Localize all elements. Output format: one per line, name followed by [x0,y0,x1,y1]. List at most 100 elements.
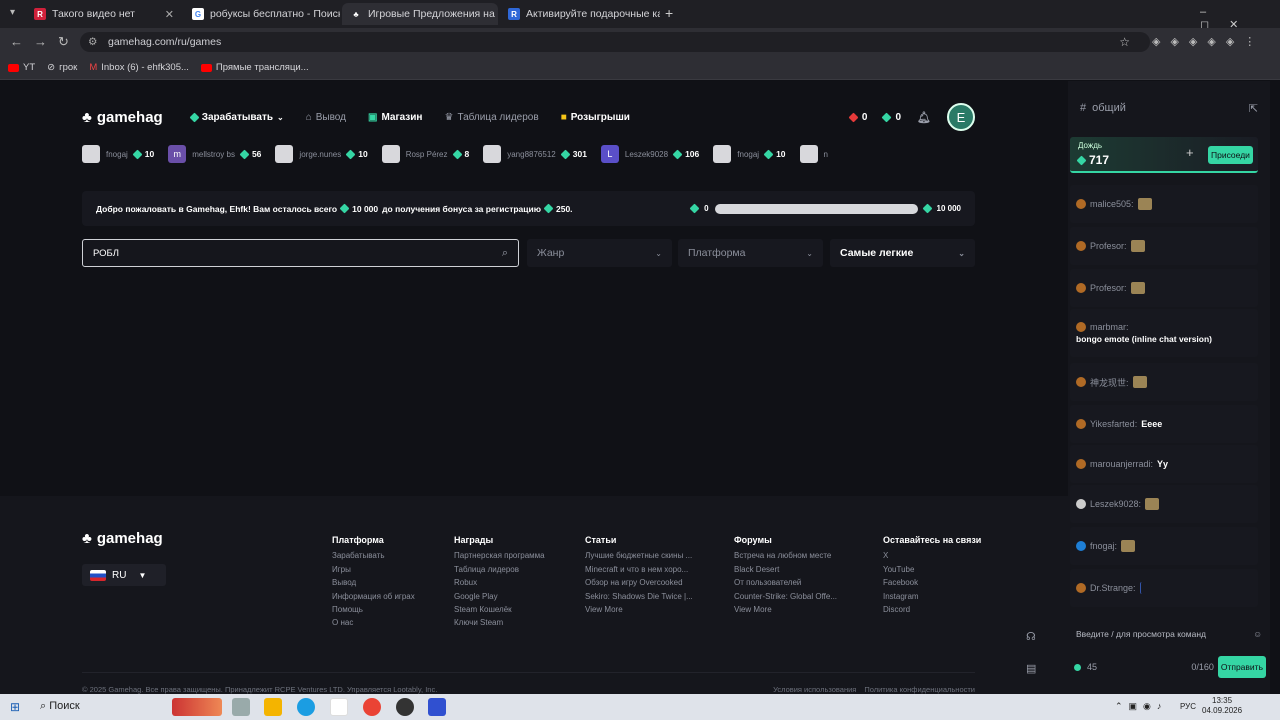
privacy-link[interactable]: Политика конфиденциальности [864,685,975,694]
footer-link[interactable]: Black Desert [734,563,837,576]
chrome-icon[interactable] [363,698,381,716]
game-search-input[interactable]: РОБЛ ⌕ [82,239,519,267]
footer-link[interactable]: Discord [883,603,981,616]
nav-leaderboard[interactable]: ♛ Таблица лидеров [444,112,538,123]
task-view-icon[interactable] [232,698,250,716]
extensions-icons[interactable]: ◈◈◈◈◈⋮ [1152,35,1265,48]
bookmark-yt[interactable]: YT [8,62,35,73]
popout-icon[interactable]: ⇱ [1249,102,1258,115]
footer-link[interactable]: View More [585,603,693,616]
bell-icon[interactable]: 🔔︎ [917,111,931,124]
chat-username[interactable]: Leszek9028: [1090,499,1141,509]
footer-link[interactable]: Встреча на любном месте [734,549,837,562]
windows-start-icon[interactable]: ⊞ [10,700,20,714]
chat-channel[interactable]: общий [1092,102,1126,114]
footer-link[interactable]: Ключи Steam [454,616,545,629]
widget-icon[interactable] [172,698,222,716]
red-gem-balance[interactable]: 0 [848,112,867,123]
genre-select[interactable]: Жанр ⌄ [527,239,672,267]
chat-username[interactable]: Yikesfarted: [1090,419,1137,429]
footer-link[interactable]: Steam Кошелёк [454,603,545,616]
footer-link[interactable]: Counter-Strike: Global Offe... [734,590,837,603]
footer-link[interactable]: Sekiro: Shadows Die Twice |... [585,590,693,603]
site-info-icon[interactable]: ⚙ [88,36,97,48]
nav-shop[interactable]: ▣ Магазин [368,112,422,123]
bookmark-live[interactable]: Прямые трансляци... [200,62,309,73]
browser-tab-4[interactable]: R Активируйте подарочные кар✕ [500,3,660,25]
chat-input[interactable]: Введите / для просмотра команд ☺ [1068,621,1270,647]
chat-username[interactable]: marbmar: [1090,322,1129,332]
back-icon[interactable]: ← [10,34,23,49]
footer-link[interactable]: Robux [454,576,545,589]
emoji-icon[interactable]: ☺ [1253,629,1262,639]
footer-link[interactable]: Обзор на игру Overcooked [585,576,693,589]
footer-link[interactable]: Instagram [883,590,981,603]
footer-link[interactable]: Вывод [332,576,415,589]
url-field[interactable]: ⚙ gamehag.com/ru/games ☆ [80,32,1150,52]
taskbar-search[interactable]: ⌕ Поиск [40,700,80,713]
footer-link[interactable]: Игры [332,563,415,576]
footer-link[interactable]: Google Play [454,590,545,603]
clock[interactable]: 13:35 04.09.2026 [1202,696,1242,716]
footer-link[interactable]: Лучшие бюджетные скины ... [585,549,693,562]
feed-item[interactable]: m mellstroy bs 56 [168,141,261,167]
app-icon-2[interactable] [428,698,446,716]
chat-username[interactable]: Profesor: [1090,241,1127,251]
send-button[interactable]: Отправить [1217,656,1266,678]
app-icon[interactable] [396,698,414,716]
browser-tab-2[interactable]: G робуксы бесплатно - Поиск в✕ [184,3,340,25]
feed-item[interactable]: n [799,141,828,167]
plus-icon[interactable]: + [1186,145,1194,160]
avatar[interactable]: E [947,103,975,131]
footer-link[interactable]: YouTube [883,563,981,576]
footer-link[interactable]: От пользователей [734,576,837,589]
browser-tab-3[interactable]: ♣ Игровые Предложения на Ga✕ [342,3,498,25]
nav-earn[interactable]: Зарабатывать ⌄ [189,112,284,123]
bookmark-grok[interactable]: ⊘ грок [47,62,77,73]
footer-logo[interactable]: ♣ gamehag [82,530,163,547]
footer-link[interactable]: Помощь [332,603,415,616]
chat-username[interactable]: marouanjerradi: [1090,459,1153,469]
footer-link[interactable]: О нас [332,616,415,629]
forward-icon[interactable]: → [34,34,47,49]
chat-toggle-icon[interactable]: ▤ [1026,662,1036,675]
chat-username[interactable]: Dr.Strange: [1090,583,1136,593]
new-tab-icon[interactable]: + [665,5,673,21]
feed-item[interactable]: yang8876512 301 [483,141,587,167]
feed-item[interactable]: fnogaj 10 [713,141,786,167]
explorer-icon[interactable] [264,698,282,716]
language-select[interactable]: RU ▼ [82,564,166,586]
support-icon[interactable]: ☊ [1026,630,1036,643]
footer-link[interactable]: Таблица лидеров [454,563,545,576]
gamehag-logo[interactable]: ♣ gamehag [82,109,163,126]
footer-link[interactable]: Зарабатывать [332,549,415,562]
reload-icon[interactable]: ↻ [58,34,69,50]
tab-list-icon[interactable]: ▾ [10,7,15,18]
yandex-icon[interactable] [330,698,348,716]
feed-item[interactable]: Rosp Pérez 8 [381,141,469,167]
footer-link[interactable]: Информация об играх [332,590,415,603]
chat-username[interactable]: fnogaj: [1090,541,1117,551]
terms-link[interactable]: Условия использования [773,685,856,694]
bookmark-gmail[interactable]: M Inbox (6) - ehfk305... [89,62,189,73]
join-rain-button[interactable]: Присоеди [1208,146,1253,164]
close-icon[interactable]: ✕ [165,8,174,21]
nav-giveaways[interactable]: ■ Розыгрыши [561,112,630,123]
browser-tab-1[interactable]: R Такого видео нет ✕ [26,3,182,25]
search-icon[interactable]: ⌕ [502,247,508,260]
footer-link[interactable]: X [883,549,981,562]
chat-username[interactable]: malice505: [1090,199,1134,209]
platform-select[interactable]: Платформа ⌄ [678,239,823,267]
chat-username[interactable]: 神龙现世: [1090,376,1129,389]
gem-balance[interactable]: 0 [882,112,901,123]
footer-link[interactable]: View More [734,603,837,616]
footer-link[interactable]: Facebook [883,576,981,589]
feed-item[interactable]: L Leszek9028 106 [600,141,699,167]
footer-link[interactable]: Minecraft и что в нем хоро... [585,563,693,576]
sort-select[interactable]: Самые легкие ⌄ [830,239,975,267]
footer-link[interactable]: Партнерская программа [454,549,545,562]
feed-item[interactable]: fnogaj 10 [82,141,154,167]
chat-username[interactable]: Profesor: [1090,283,1127,293]
nav-withdraw[interactable]: ⌂ Вывод [306,112,346,123]
feed-item[interactable]: jorge.nunes 10 [275,141,368,167]
